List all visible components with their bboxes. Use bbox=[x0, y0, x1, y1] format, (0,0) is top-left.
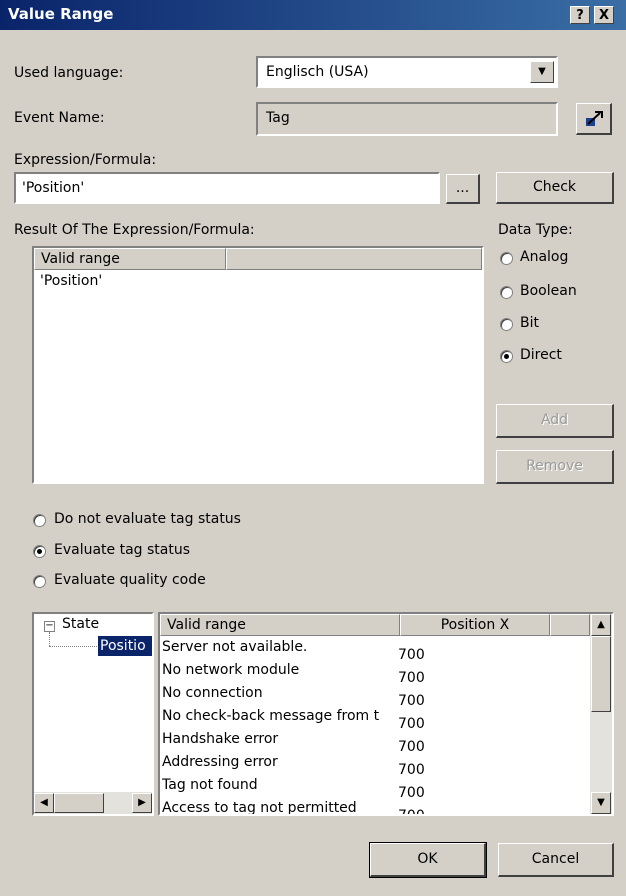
state-tree[interactable]: − State Positio ◀ ▶ bbox=[32, 612, 154, 816]
radio-do-not-evaluate[interactable] bbox=[33, 514, 46, 527]
scroll-left-icon[interactable]: ◀ bbox=[34, 793, 54, 813]
add-button[interactable]: Add bbox=[496, 404, 614, 438]
language-label: Used language: bbox=[14, 65, 124, 81]
result-row[interactable]: 'Position' bbox=[40, 270, 102, 293]
scroll-thumb[interactable] bbox=[591, 636, 611, 712]
status-table[interactable]: Valid range Position X Server not availa… bbox=[158, 612, 614, 816]
result-list[interactable]: Valid range 'Position' bbox=[32, 246, 484, 484]
evaluate-quality-label[interactable]: Evaluate quality code bbox=[54, 572, 206, 588]
tree-child-selected[interactable]: Positio bbox=[98, 636, 152, 656]
result-column-header[interactable]: Valid range bbox=[34, 248, 226, 270]
help-button[interactable]: ? bbox=[570, 6, 590, 24]
scroll-down-icon[interactable]: ▼ bbox=[591, 792, 611, 814]
table-row[interactable]: Access to tag not permitted 700 bbox=[162, 797, 425, 814]
tag-select-button[interactable] bbox=[576, 103, 612, 135]
language-select[interactable]: Englisch (USA) ▼ bbox=[256, 56, 558, 88]
direct-label[interactable]: Direct bbox=[520, 347, 562, 363]
event-name-label: Event Name: bbox=[14, 110, 105, 126]
row-range: No connection bbox=[162, 685, 263, 701]
radio-evaluate-tag-status[interactable] bbox=[33, 545, 46, 558]
tree-root[interactable]: State bbox=[62, 616, 99, 632]
boolean-label[interactable]: Boolean bbox=[520, 283, 577, 299]
language-value: Englisch (USA) bbox=[266, 64, 369, 80]
tree-line-h bbox=[49, 646, 97, 648]
window-title: Value Range bbox=[8, 5, 114, 23]
scroll-up-icon[interactable]: ▲ bbox=[591, 614, 611, 636]
row-range: Handshake error bbox=[162, 731, 279, 747]
radio-evaluate-quality[interactable] bbox=[33, 575, 46, 588]
tree-hscrollbar[interactable]: ◀ ▶ bbox=[34, 792, 152, 814]
scroll-right-icon[interactable]: ▶ bbox=[132, 793, 152, 813]
status-col-empty[interactable] bbox=[550, 614, 590, 636]
check-button[interactable]: Check bbox=[496, 172, 614, 204]
result-label: Result Of The Expression/Formula: bbox=[14, 222, 255, 238]
event-name-value: Tag bbox=[266, 110, 290, 126]
do-not-evaluate-label[interactable]: Do not evaluate tag status bbox=[54, 511, 241, 527]
close-button[interactable]: X bbox=[594, 6, 614, 24]
remove-button[interactable]: Remove bbox=[496, 450, 614, 484]
status-rows: Server not available. 700 No network modu… bbox=[160, 636, 590, 814]
status-col-position-x[interactable]: Position X bbox=[400, 614, 550, 636]
radio-analog[interactable] bbox=[500, 252, 513, 265]
title-bar[interactable]: Value Range ? X bbox=[0, 0, 626, 30]
row-range: Server not available. bbox=[162, 639, 308, 655]
expression-value: 'Position' bbox=[22, 180, 85, 196]
check-label: Check bbox=[532, 179, 577, 195]
browse-button[interactable]: ... bbox=[446, 174, 480, 204]
tag-link-icon bbox=[585, 111, 603, 126]
evaluate-tag-status-label[interactable]: Evaluate tag status bbox=[54, 542, 190, 558]
tree-child-label: Positio bbox=[100, 638, 146, 654]
analog-label[interactable]: Analog bbox=[520, 249, 568, 265]
row-value: 700 bbox=[398, 808, 425, 814]
event-name-field: Tag bbox=[256, 102, 558, 136]
tree-expander-icon[interactable]: − bbox=[44, 621, 55, 632]
cancel-button[interactable]: Cancel bbox=[498, 843, 614, 877]
result-column-header-empty[interactable] bbox=[226, 248, 482, 270]
row-range: No network module bbox=[162, 662, 300, 678]
status-col-valid-range[interactable]: Valid range bbox=[160, 614, 400, 636]
radio-bit[interactable] bbox=[500, 318, 513, 331]
chevron-down-icon[interactable]: ▼ bbox=[530, 61, 554, 83]
expression-input[interactable]: 'Position' bbox=[14, 172, 440, 204]
ok-button[interactable]: OK bbox=[369, 842, 487, 878]
tree-line bbox=[49, 632, 51, 646]
row-range: Access to tag not permitted bbox=[162, 800, 357, 814]
row-range: Tag not found bbox=[162, 777, 258, 793]
radio-boolean[interactable] bbox=[500, 286, 513, 299]
scroll-thumb[interactable] bbox=[54, 793, 104, 813]
data-type-label: Data Type: bbox=[498, 222, 573, 238]
expression-label: Expression/Formula: bbox=[14, 152, 157, 168]
bit-label[interactable]: Bit bbox=[520, 315, 539, 331]
status-vscrollbar[interactable]: ▲ ▼ bbox=[590, 614, 612, 814]
row-range: No check-back message from t bbox=[162, 708, 380, 724]
row-range: Addressing error bbox=[162, 754, 278, 770]
radio-direct[interactable] bbox=[500, 350, 513, 363]
